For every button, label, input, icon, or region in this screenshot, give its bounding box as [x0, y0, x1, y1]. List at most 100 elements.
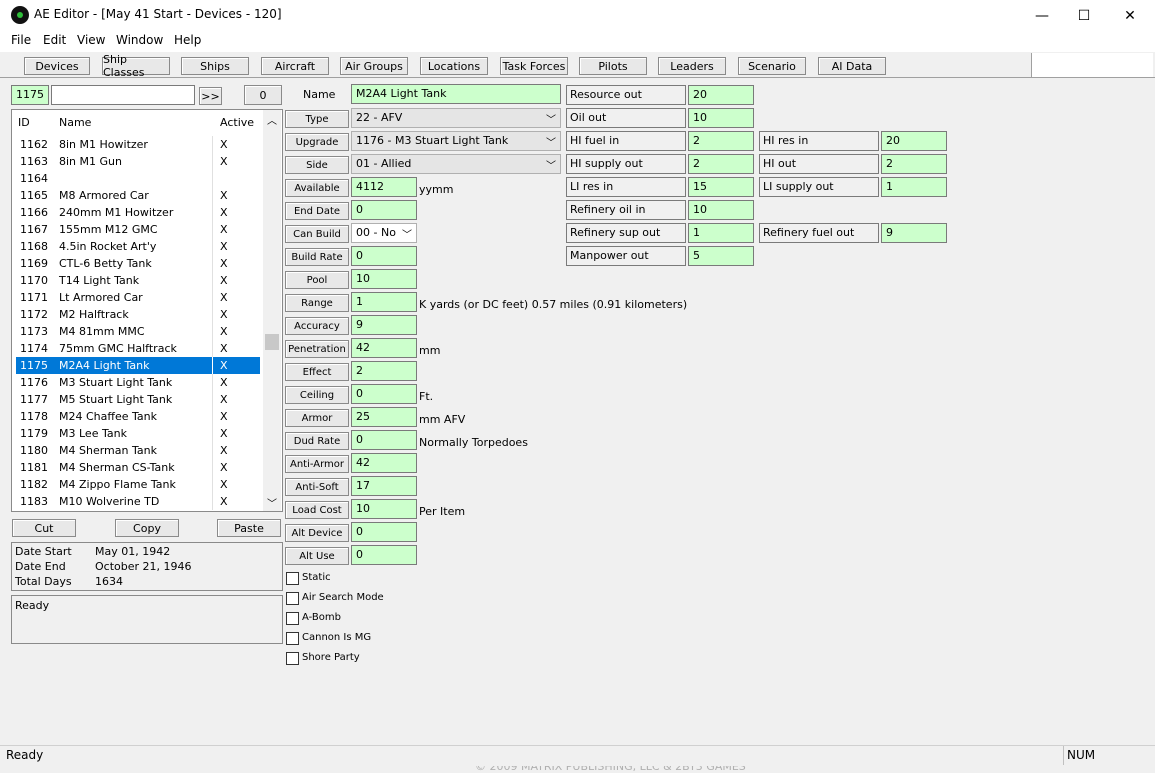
- tab-locations[interactable]: Locations: [420, 57, 488, 75]
- range-field[interactable]: 1: [351, 292, 417, 312]
- accuracy-field[interactable]: 9: [351, 315, 417, 335]
- list-scrollbar[interactable]: ︿ ﹀: [263, 110, 281, 511]
- range-button[interactable]: Range: [285, 294, 349, 312]
- anti-soft-button[interactable]: Anti-Soft: [285, 478, 349, 496]
- side-select[interactable]: 01 - Allied ﹀: [351, 154, 561, 174]
- upgrade-button[interactable]: Upgrade: [285, 133, 349, 151]
- alt-use-field[interactable]: 0: [351, 545, 417, 565]
- load-cost-button[interactable]: Load Cost: [285, 501, 349, 519]
- col-header-active[interactable]: Active: [220, 116, 254, 129]
- refinery-oil-in-field[interactable]: 10: [688, 200, 754, 220]
- maximize-button[interactable]: ☐: [1061, 0, 1107, 31]
- copy-button[interactable]: Copy: [115, 519, 179, 537]
- menu-help[interactable]: Help: [174, 33, 201, 47]
- list-item[interactable]: 1181 M4 Sherman CS-Tank X: [16, 459, 260, 476]
- can-build-button[interactable]: Can Build: [285, 225, 349, 243]
- tab-scenario[interactable]: Scenario: [738, 57, 806, 75]
- menu-file[interactable]: File: [11, 33, 31, 47]
- refinery-fuel-out-field[interactable]: 9: [881, 223, 947, 243]
- list-item[interactable]: 1183 M10 Wolverine TD X: [16, 493, 260, 510]
- effect-button[interactable]: Effect: [285, 363, 349, 381]
- list-item[interactable]: 1165 M8 Armored Car X: [16, 187, 260, 204]
- hi-out-field[interactable]: 2: [881, 154, 947, 174]
- col-header-id[interactable]: ID: [18, 116, 30, 129]
- can-build-select[interactable]: 00 - No ﹀: [351, 223, 417, 243]
- cannon-is-mg-checkbox[interactable]: [286, 632, 299, 645]
- list-item[interactable]: 1163 8in M1 Gun X: [16, 153, 260, 170]
- tab-ships[interactable]: Ships: [181, 57, 249, 75]
- ceiling-field[interactable]: 0: [351, 384, 417, 404]
- ceiling-button[interactable]: Ceiling: [285, 386, 349, 404]
- end-date-field[interactable]: 0: [351, 200, 417, 220]
- shore-party-checkbox[interactable]: [286, 652, 299, 665]
- list-item[interactable]: 1178 M24 Chaffee Tank X: [16, 408, 260, 425]
- static-checkbox[interactable]: [286, 572, 299, 585]
- tab-ship-classes[interactable]: Ship Classes: [102, 53, 170, 79]
- list-item[interactable]: 1169 CTL-6 Betty Tank X: [16, 255, 260, 272]
- scroll-up-icon[interactable]: ︿: [267, 112, 277, 127]
- li-res-in-field[interactable]: 15: [688, 177, 754, 197]
- tab-leaders[interactable]: Leaders: [658, 57, 726, 75]
- name-field[interactable]: M2A4 Light Tank: [351, 84, 561, 104]
- list-item[interactable]: 1180 M4 Sherman Tank X: [16, 442, 260, 459]
- armor-field[interactable]: 25: [351, 407, 417, 427]
- pool-button[interactable]: Pool: [285, 271, 349, 289]
- name-search-input[interactable]: [51, 85, 195, 105]
- build-rate-button[interactable]: Build Rate: [285, 248, 349, 266]
- close-button[interactable]: ✕: [1107, 0, 1153, 31]
- list-item[interactable]: 1182 M4 Zippo Flame Tank X: [16, 476, 260, 493]
- list-item[interactable]: 1172 M2 Halftrack X: [16, 306, 260, 323]
- upgrade-select[interactable]: 1176 - M3 Stuart Light Tank ﹀: [351, 131, 561, 151]
- menu-view[interactable]: View: [77, 33, 105, 47]
- resource-out-field[interactable]: 20: [688, 85, 754, 105]
- id-search-input[interactable]: 1175: [11, 85, 49, 105]
- list-item[interactable]: 1164: [16, 170, 260, 187]
- list-item[interactable]: 1166 240mm M1 Howitzer X: [16, 204, 260, 221]
- paste-button[interactable]: Paste: [217, 519, 281, 537]
- tab-aircraft[interactable]: Aircraft: [261, 57, 329, 75]
- hi-supply-out-field[interactable]: 2: [688, 154, 754, 174]
- penetration-field[interactable]: 42: [351, 338, 417, 358]
- list-item[interactable]: 1175 M2A4 Light Tank X: [16, 357, 260, 374]
- oil-out-field[interactable]: 10: [688, 108, 754, 128]
- side-button[interactable]: Side: [285, 156, 349, 174]
- available-button[interactable]: Available: [285, 179, 349, 197]
- go-button[interactable]: >>: [199, 87, 222, 105]
- list-item[interactable]: 1176 M3 Stuart Light Tank X: [16, 374, 260, 391]
- anti-armor-field[interactable]: 42: [351, 453, 417, 473]
- tab-devices[interactable]: Devices: [24, 57, 90, 75]
- tab-ai-data[interactable]: AI Data: [818, 57, 886, 75]
- available-field[interactable]: 4112: [351, 177, 417, 197]
- accuracy-button[interactable]: Accuracy: [285, 317, 349, 335]
- build-rate-field[interactable]: 0: [351, 246, 417, 266]
- list-item[interactable]: 1177 M5 Stuart Light Tank X: [16, 391, 260, 408]
- tab-pilots[interactable]: Pilots: [579, 57, 647, 75]
- anti-armor-button[interactable]: Anti-Armor: [285, 455, 349, 473]
- alt-use-button[interactable]: Alt Use: [285, 547, 349, 565]
- type-select[interactable]: 22 - AFV ﹀: [351, 108, 561, 128]
- list-item[interactable]: 1174 75mm GMC Halftrack X: [16, 340, 260, 357]
- list-item[interactable]: 1173 M4 81mm MMC X: [16, 323, 260, 340]
- device-list[interactable]: ID Name Active 1162 8in M1 Howitzer X 1163 8…: [11, 109, 283, 512]
- end-date-button[interactable]: End Date: [285, 202, 349, 220]
- load-cost-field[interactable]: 10: [351, 499, 417, 519]
- list-item[interactable]: 1179 M3 Lee Tank X: [16, 425, 260, 442]
- type-button[interactable]: Type: [285, 110, 349, 128]
- alt-device-field[interactable]: 0: [351, 522, 417, 542]
- a-bomb-checkbox[interactable]: [286, 612, 299, 625]
- anti-soft-field[interactable]: 17: [351, 476, 417, 496]
- cut-button[interactable]: Cut: [12, 519, 76, 537]
- pool-field[interactable]: 10: [351, 269, 417, 289]
- list-item[interactable]: 1162 8in M1 Howitzer X: [16, 136, 260, 153]
- scroll-thumb[interactable]: [265, 334, 279, 350]
- tab-task-forces[interactable]: Task Forces: [500, 57, 568, 75]
- hi-res-in-field[interactable]: 20: [881, 131, 947, 151]
- dud-rate-button[interactable]: Dud Rate: [285, 432, 349, 450]
- refinery-sup-out-field[interactable]: 1: [688, 223, 754, 243]
- alt-device-button[interactable]: Alt Device: [285, 524, 349, 542]
- armor-button[interactable]: Armor: [285, 409, 349, 427]
- scroll-down-icon[interactable]: ﹀: [267, 495, 277, 510]
- list-item[interactable]: 1168 4.5in Rocket Art'y X: [16, 238, 260, 255]
- dud-rate-field[interactable]: 0: [351, 430, 417, 450]
- hi-fuel-in-field[interactable]: 2: [688, 131, 754, 151]
